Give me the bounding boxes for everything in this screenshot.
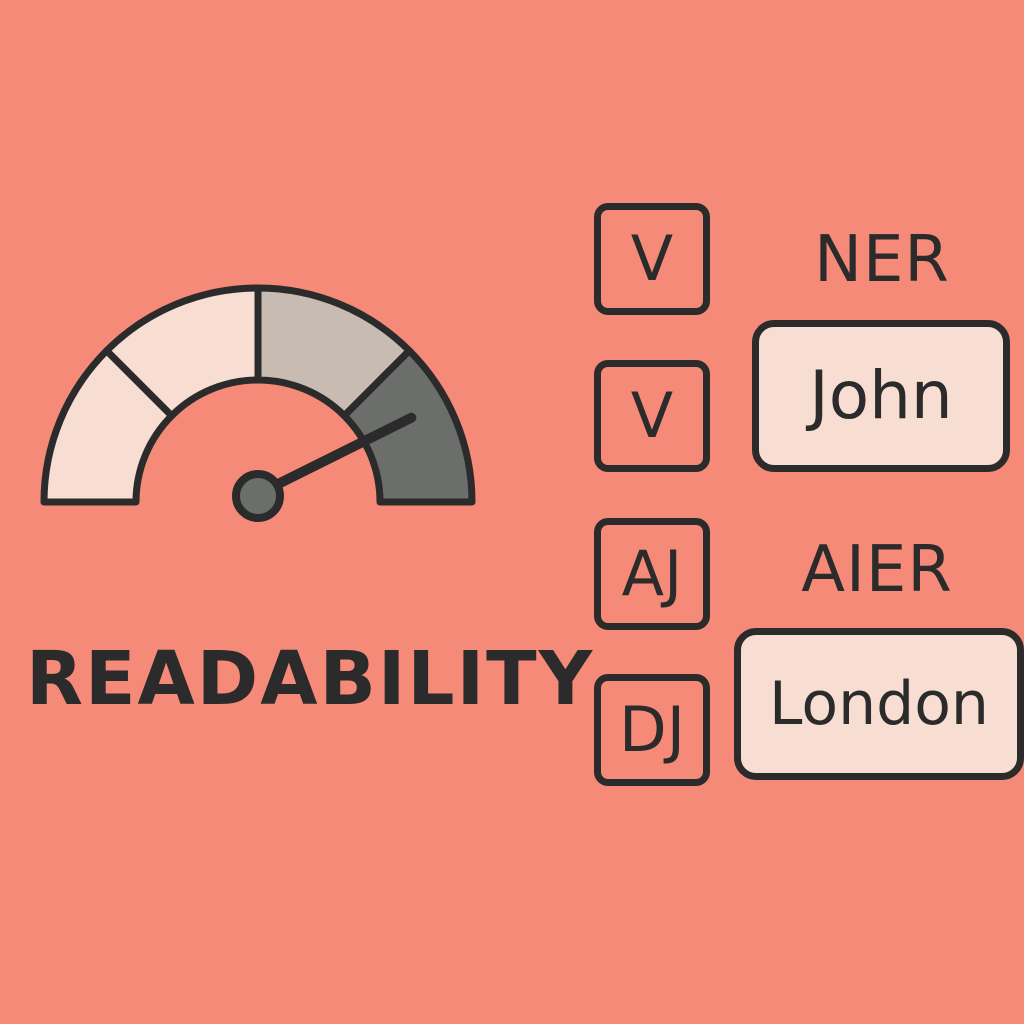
ner-heading: NER <box>814 223 950 297</box>
entity-london: London <box>734 628 1024 780</box>
pos-tag-box-v-1: V <box>594 203 710 315</box>
readability-gauge <box>40 284 476 522</box>
pos-tag-box-dj: DJ <box>594 674 710 786</box>
aier-heading: AIER <box>801 533 953 607</box>
readability-caption: READABILITY <box>26 636 595 722</box>
pos-tag-box-v-2: V <box>594 360 710 472</box>
gauge-segments <box>40 284 476 506</box>
gauge-hub <box>232 470 284 522</box>
entity-john: John <box>752 320 1010 472</box>
pos-tag-box-aj: AJ <box>594 518 710 630</box>
